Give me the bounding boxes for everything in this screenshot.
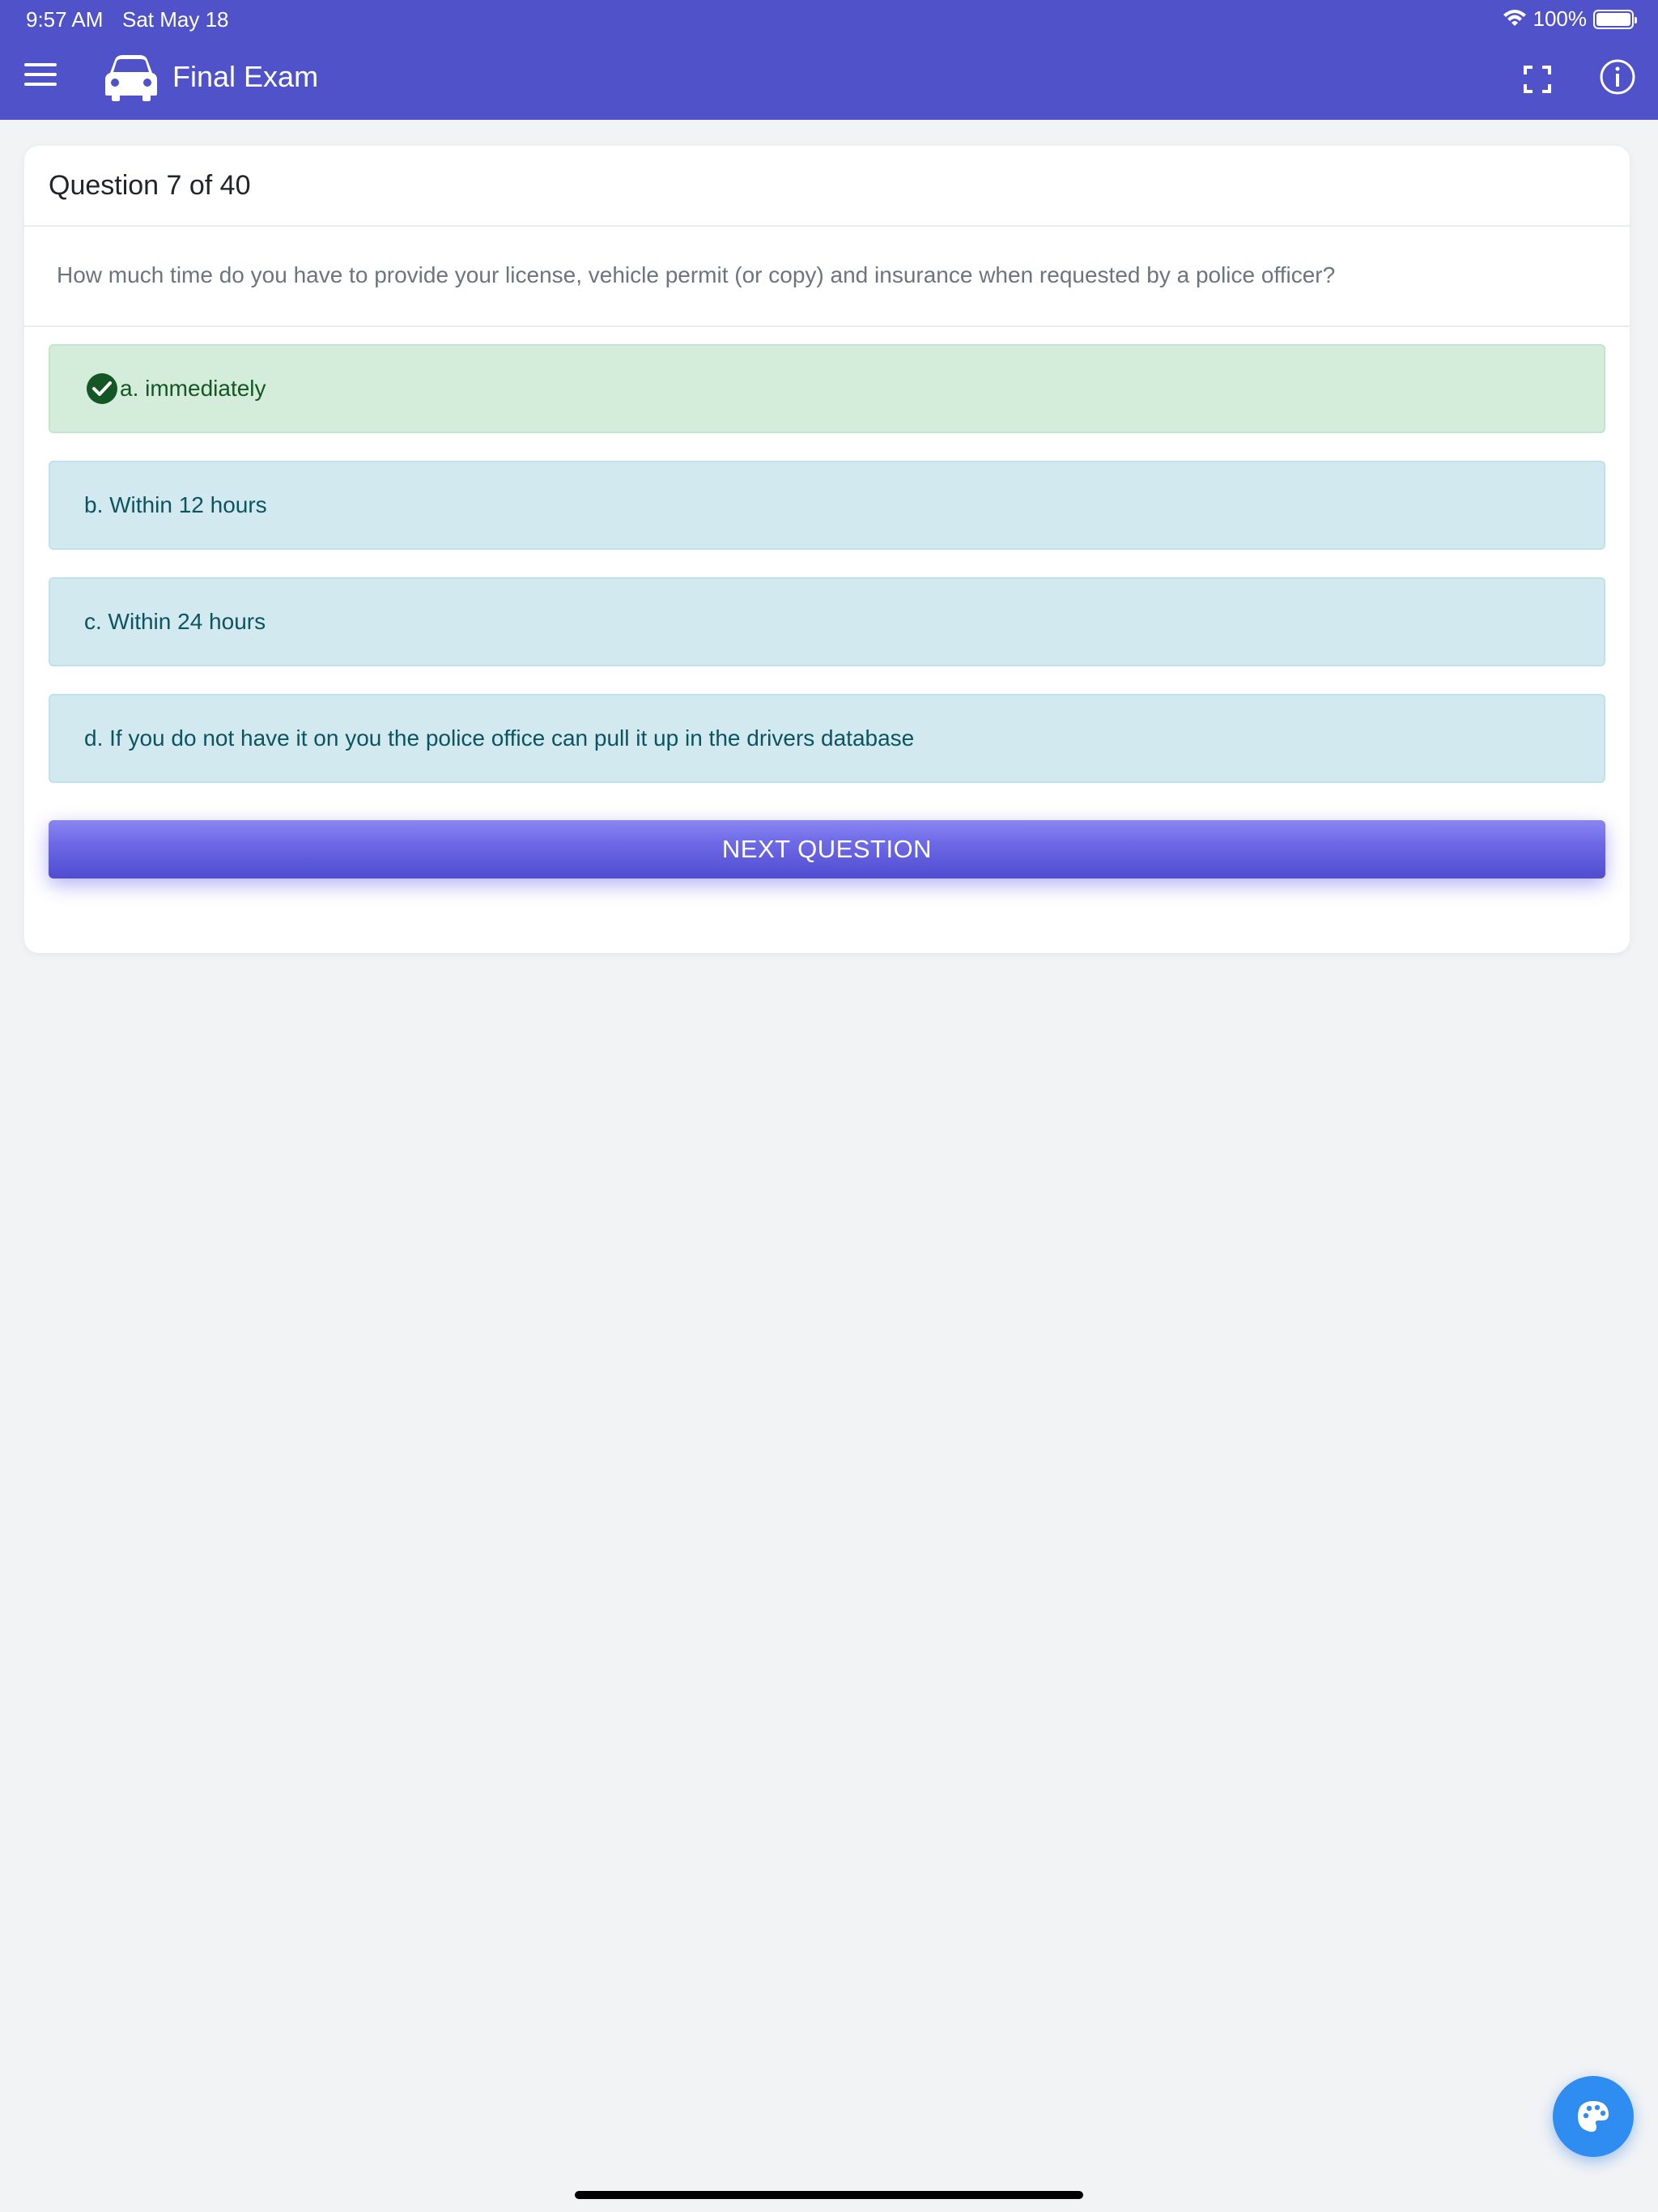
answer-option-d[interactable]: d. If you do not have it on you the poli…	[49, 694, 1605, 783]
status-bar: 9:57 AM Sat May 18 100%	[0, 0, 1658, 39]
battery-percent: 100%	[1533, 6, 1588, 31]
answer-option-b[interactable]: b. Within 12 hours	[49, 461, 1605, 550]
wifi-icon	[1503, 9, 1526, 26]
card-header: Question 7 of 40	[24, 146, 1630, 227]
page-title: Final Exam	[172, 60, 319, 93]
answer-option-a[interactable]: a. immediately	[49, 344, 1605, 433]
question-counter: Question 7 of 40	[49, 170, 251, 201]
status-right: 100%	[1503, 6, 1637, 32]
toolbar: Final Exam	[0, 39, 1658, 120]
home-indicator	[575, 2191, 1083, 2199]
answer-label: d. If you do not have it on you the poli…	[84, 725, 915, 751]
car-icon	[105, 55, 157, 101]
fullscreen-icon[interactable]	[1523, 65, 1552, 94]
info-icon[interactable]	[1599, 58, 1636, 96]
check-circle-icon	[87, 373, 117, 404]
battery-icon	[1593, 9, 1637, 29]
answer-label: b. Within 12 hours	[84, 492, 267, 517]
palette-icon	[1578, 2101, 1609, 2132]
answer-label: a. immediately	[120, 376, 266, 401]
menu-icon[interactable]	[24, 63, 57, 91]
next-question-button[interactable]: NEXT QUESTION	[49, 820, 1605, 878]
theme-fab-button[interactable]	[1553, 2076, 1634, 2157]
status-time: 9:57 AM	[26, 7, 104, 32]
question-card: Question 7 of 40 How much time do you ha…	[24, 146, 1630, 953]
answer-label: c. Within 24 hours	[84, 609, 266, 634]
answer-option-c[interactable]: c. Within 24 hours	[49, 577, 1605, 666]
question-body: How much time do you have to provide you…	[24, 227, 1630, 327]
app-header: 9:57 AM Sat May 18 100% Final Exam	[0, 0, 1658, 120]
question-text: How much time do you have to provide you…	[57, 262, 1336, 287]
status-date: Sat May 18	[122, 7, 229, 32]
